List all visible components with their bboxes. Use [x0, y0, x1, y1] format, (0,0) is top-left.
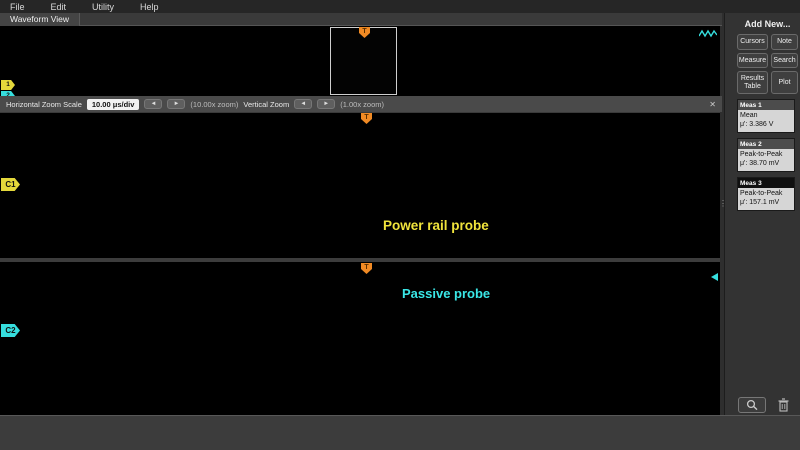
meas-3-value: μ': 157.1 mV: [740, 199, 792, 208]
magnifier-icon: [745, 399, 759, 411]
menu-utility[interactable]: Utility: [92, 2, 114, 12]
meas-1-title: Meas 1: [740, 102, 762, 109]
measure-button[interactable]: Measure: [737, 53, 768, 69]
h-zoom-decrease-button[interactable]: ◄: [144, 99, 162, 109]
h-zoom-scale-label: Horizontal Zoom Scale: [6, 100, 82, 109]
menu-help[interactable]: Help: [140, 2, 159, 12]
meas-3-title: Meas 3: [740, 180, 762, 187]
menu-edit[interactable]: Edit: [51, 2, 67, 12]
ch2-waveform: [0, 262, 720, 415]
plot-button[interactable]: Plot: [771, 71, 798, 94]
v-zoom-decrease-button[interactable]: ◄: [294, 99, 312, 109]
v-zoom-label: Vertical Zoom: [243, 100, 289, 109]
v-zoom-increase-button[interactable]: ►: [317, 99, 335, 109]
overview-waveform-icon[interactable]: [699, 28, 717, 39]
meas-1-source-dots: [783, 104, 792, 107]
h-zoom-factor: (10.00x zoom): [190, 100, 238, 109]
zoom-close-icon[interactable]: ✕: [709, 100, 716, 109]
meas-2-title: Meas 2: [740, 141, 762, 148]
meas-3-source-dots: [783, 182, 792, 185]
zoom-window-box[interactable]: [330, 27, 397, 95]
menu-bar: File Edit Utility Help: [0, 0, 800, 13]
power-rail-pane[interactable]: C1: [0, 112, 720, 258]
power-rail-annotation: Power rail probe: [383, 218, 489, 233]
meas-2-name: Peak-to-Peak: [740, 151, 792, 160]
tab-waveform-view[interactable]: Waveform View: [0, 13, 80, 26]
add-new-header: Add New...: [737, 19, 798, 29]
meas-3-name: Peak-to-Peak: [740, 190, 792, 199]
meas-2-value: μ': 38.70 mV: [740, 160, 792, 169]
status-bar: Ch 1 20 mV/div 50 Ω 1 GHz ⌁ Ch 2 25 mV/d…: [0, 415, 800, 450]
passive-probe-pane[interactable]: C2: [0, 262, 720, 415]
passive-probe-annotation: Passive probe: [402, 286, 490, 301]
results-table-button[interactable]: Results Table: [737, 71, 768, 94]
right-sidebar: Add New... Cursors Note Measure Search R…: [724, 13, 800, 415]
zoom-scale-bar: Horizontal Zoom Scale 10.00 μs/div ◄ ► (…: [0, 96, 722, 112]
note-button[interactable]: Note: [771, 34, 798, 50]
trash-icon[interactable]: [778, 398, 789, 412]
tab-bar: Waveform View: [0, 13, 722, 26]
menu-file[interactable]: File: [10, 2, 25, 12]
zoom-tool-button[interactable]: [738, 397, 766, 413]
h-zoom-scale-value[interactable]: 10.00 μs/div: [87, 99, 140, 110]
meas-2-badge[interactable]: Meas 2 Peak-to-Peak μ': 38.70 mV: [737, 138, 795, 172]
v-zoom-factor: (1.00x zoom): [340, 100, 384, 109]
sidebar-splitter-handle[interactable]: ⋮: [719, 200, 723, 226]
cursors-button[interactable]: Cursors: [737, 34, 768, 50]
trigger-level-arrow[interactable]: [711, 273, 718, 281]
meas-3-badge[interactable]: Meas 3 Peak-to-Peak μ': 157.1 mV: [737, 177, 795, 211]
h-zoom-increase-button[interactable]: ►: [167, 99, 185, 109]
meas-2-source-dots: [783, 143, 792, 146]
meas-1-badge[interactable]: Meas 1 Mean μ': 3.386 V: [737, 99, 795, 133]
meas-1-name: Mean: [740, 112, 792, 121]
search-button[interactable]: Search: [771, 53, 798, 69]
ch1-waveform: [0, 113, 720, 258]
meas-1-value: μ': 3.386 V: [740, 121, 792, 130]
pane-splitter[interactable]: [0, 258, 720, 262]
